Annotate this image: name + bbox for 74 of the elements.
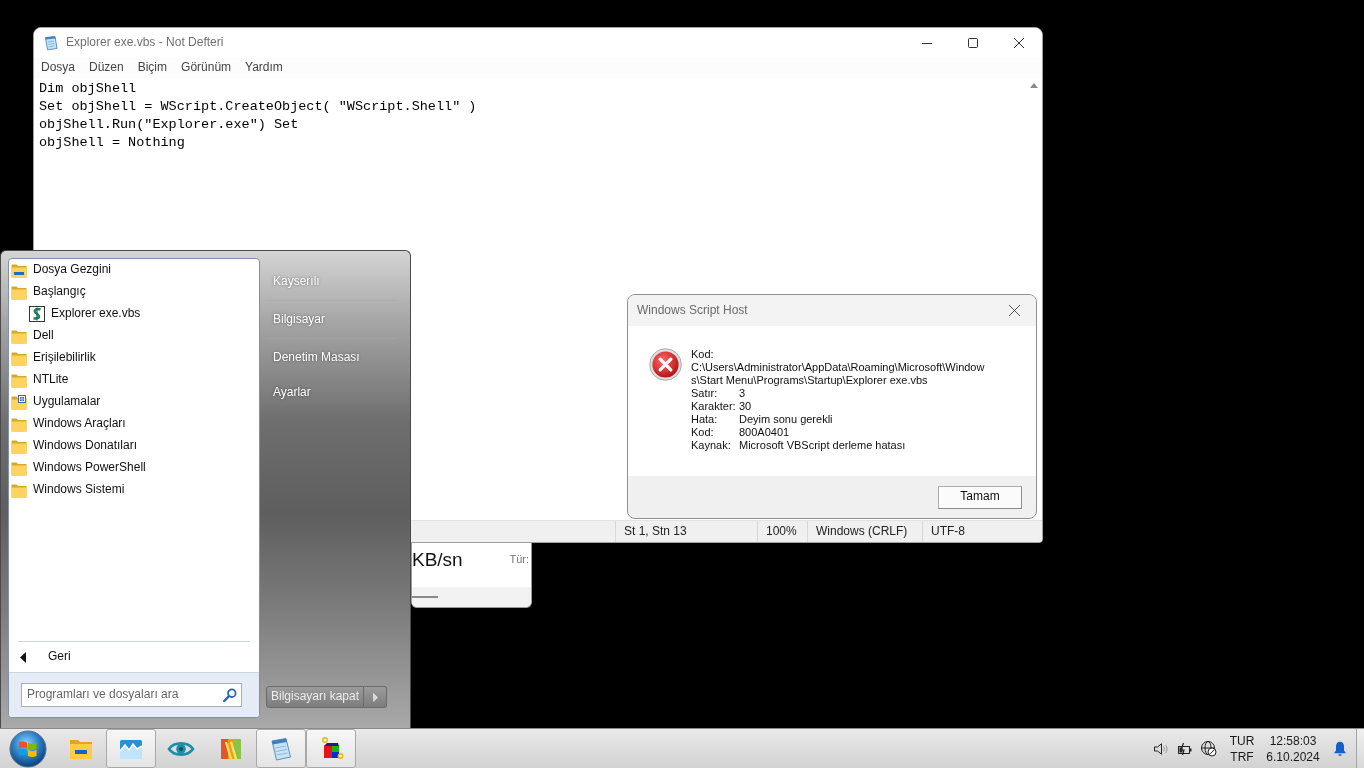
program-item[interactable]: Dell (9, 325, 259, 347)
program-item[interactable]: Windows PowerShell (9, 457, 259, 479)
ok-button[interactable]: Tamam (938, 485, 1022, 509)
start-orb-icon[interactable] (9, 729, 47, 768)
taskbar-button[interactable] (306, 729, 356, 768)
field-label: Tür: (509, 552, 529, 567)
menu-item[interactable]: Biçim (137, 60, 168, 76)
program-item[interactable]: NTLite (9, 369, 259, 391)
status-text: UTF-8 (931, 523, 965, 540)
field-label: Karakter: (691, 400, 737, 413)
input-language[interactable]: TUR (1229, 732, 1255, 749)
field-value: 3 (739, 387, 747, 400)
clock-time[interactable]: 12:58:03 (1263, 732, 1323, 749)
folder-icon (11, 460, 27, 476)
folder-icon (11, 482, 27, 498)
error-icon (649, 348, 682, 381)
notification-bell-icon[interactable] (1333, 740, 1347, 757)
program-item[interactable]: Windows Sistemi (9, 479, 259, 501)
globe-blocked-icon[interactable] (1200, 740, 1217, 757)
apps-folder-icon (11, 394, 27, 410)
menu-item[interactable]: Görünüm (181, 60, 232, 76)
field-label: Kaynak: (691, 439, 732, 452)
folder-icon (11, 350, 27, 366)
code-line: objShell = Nothing (39, 134, 185, 152)
program-item[interactable]: Windows Araçları (9, 413, 259, 435)
search-icon[interactable] (223, 688, 237, 702)
scrollbar-thumb[interactable] (412, 596, 438, 598)
field-value: Deyim sonu gerekli (739, 413, 834, 426)
menu-item[interactable]: Yardım (245, 60, 283, 76)
program-item[interactable]: Erişilebilirlik (9, 347, 259, 369)
speed-unit: KB/sn (412, 549, 463, 572)
folder-icon (11, 284, 27, 300)
field-label: Satır: (691, 387, 719, 400)
search-field[interactable]: Programları ve dosyaları ara (21, 683, 242, 707)
program-item[interactable]: Uygulamalar (9, 391, 259, 413)
code-line: Set objShell = WScript.CreateObject( "WScript.Shell" ) (39, 98, 477, 116)
battery-charging-icon[interactable] (1176, 740, 1193, 757)
code-line: objShell.Run("Explorer.exe") Set (39, 116, 299, 134)
folder-icon (11, 416, 27, 432)
code-line: Dim objShell (39, 80, 137, 98)
speaker-icon[interactable] (1153, 740, 1169, 757)
menu-item[interactable]: Düzen (89, 60, 124, 76)
taskbar-button[interactable] (256, 729, 306, 768)
clock-date[interactable]: 6.10.2024 (1263, 748, 1323, 765)
field-label: Hata: (691, 413, 719, 426)
program-item[interactable]: Dosya Gezgini (9, 259, 259, 281)
shutdown-options-button[interactable] (364, 686, 387, 708)
folder-icon (11, 328, 27, 344)
status-text: Windows (CRLF) (816, 523, 908, 540)
status-text: St 1, Stn 13 (624, 523, 687, 540)
notepad-icon (43, 35, 59, 51)
field-value: Microsoft VBScript derleme hatası (739, 439, 907, 452)
window-title: Explorer exe.vbs - Not Defteri (66, 35, 224, 51)
program-item[interactable]: Windows Donatıları (9, 435, 259, 457)
script-file-icon (29, 306, 45, 322)
back-button[interactable]: Geri (9, 642, 259, 672)
scroll-up-icon[interactable] (1030, 83, 1038, 88)
field-label: Kod: (691, 426, 715, 439)
folder-icon (11, 372, 27, 388)
status-text: 100% (766, 523, 797, 540)
dialog-title: Windows Script Host (637, 302, 748, 319)
file-path: C:\Users\Administrator\AppData\Roaming\Microsoft\Windows\Start Menu\Programs\Startup\Explorer exe.vbs (691, 361, 986, 387)
program-item[interactable]: Başlangıç (9, 281, 259, 303)
folder-icon (11, 438, 27, 454)
caret-icon (372, 692, 378, 702)
back-arrow-icon (20, 651, 26, 663)
file-explorer-icon (11, 262, 27, 278)
field-value: 30 (739, 400, 753, 413)
keyboard-layout[interactable]: TRF (1229, 748, 1255, 765)
field-label: Kod: (691, 348, 715, 361)
field-value: 800A0401 (739, 426, 791, 439)
menu-item[interactable]: Dosya (41, 60, 75, 76)
program-item[interactable]: Explorer exe.vbs (27, 303, 259, 325)
menu-item[interactable]: Ayarlar (266, 383, 397, 403)
